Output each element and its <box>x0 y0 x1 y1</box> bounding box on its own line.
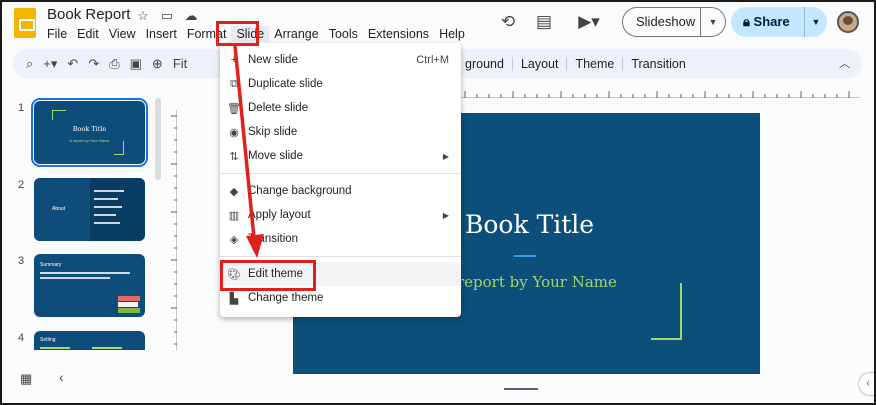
slide-number: 2 <box>18 179 25 191</box>
thumbnail-title: About <box>52 206 66 212</box>
decorative-bracket <box>651 283 682 340</box>
star-icon[interactable]: ☆ <box>135 8 151 24</box>
menu-item-label: Move slide <box>248 150 303 162</box>
thumbnail-title: Summary <box>40 262 62 268</box>
share-label: Share <box>753 14 790 29</box>
layout-button[interactable]: Layout <box>511 56 567 71</box>
cloud-saved-icon[interactable]: ☁ <box>183 8 199 24</box>
highlight-slide-menu <box>216 21 259 46</box>
duplicate-icon: ⧉ <box>230 77 238 90</box>
menu-item-transition[interactable]: ◈ Transition <box>220 227 461 251</box>
share-button[interactable]: 🔒︎ Share ▼ <box>731 7 827 37</box>
chevron-up-icon[interactable]: ︿ <box>839 55 850 71</box>
horizontal-scroll-indicator[interactable] <box>504 388 538 390</box>
shortcut-label: Ctrl+M <box>416 54 449 66</box>
avatar[interactable] <box>837 11 859 33</box>
menu-item-label: Transition <box>248 233 299 245</box>
menu-item-change-background[interactable]: ◆ Change background <box>220 179 461 203</box>
menu-help[interactable]: Help <box>434 26 470 42</box>
submenu-arrow-icon: ▶ <box>442 151 449 161</box>
menu-insert[interactable]: Insert <box>141 26 182 42</box>
menu-item-label: Change background <box>248 185 352 197</box>
new-slide-icon[interactable]: +▾ <box>43 56 57 72</box>
chevron-down-icon[interactable]: ▼ <box>805 17 827 27</box>
menu-extensions[interactable]: Extensions <box>363 26 434 42</box>
transition-icon: ◈ <box>229 233 239 246</box>
move-folder-icon[interactable]: ▭ <box>159 8 175 24</box>
title-divider <box>514 255 536 257</box>
layout-icon: ▥ <box>228 209 240 222</box>
paint-bucket-icon: ◆ <box>229 185 239 198</box>
menu-item-new-slide[interactable]: + New slide Ctrl+M <box>220 48 461 72</box>
background-button[interactable]: ground <box>465 57 512 71</box>
horizontal-ruler[interactable] <box>460 86 860 98</box>
document-title[interactable]: Book Report <box>47 6 130 23</box>
filmstrip: 1 Book Title A report by Your Name 2 Abo… <box>0 88 160 350</box>
zoom-icon[interactable]: ⊕ <box>152 56 163 72</box>
transition-button[interactable]: Transition <box>622 56 693 71</box>
slide-number: 4 <box>18 332 25 344</box>
lock-icon: 🔒︎ <box>743 14 754 29</box>
menu-view[interactable]: View <box>104 26 141 42</box>
redo-icon[interactable]: ↷ <box>88 56 99 72</box>
menu-divider <box>220 256 461 257</box>
slide-thumbnail[interactable]: Book Title A report by Your Name <box>31 98 148 167</box>
menu-edit[interactable]: Edit <box>72 26 104 42</box>
search-icon[interactable]: ⌕ <box>26 56 33 72</box>
menu-item-label: Duplicate slide <box>248 78 323 90</box>
menu-arrange[interactable]: Arrange <box>269 26 323 42</box>
menu-item-skip-slide[interactable]: ◉ Skip slide <box>220 120 461 144</box>
meet-icon[interactable]: ▶▾ <box>572 11 606 33</box>
slideshow-button[interactable]: Slideshow ▼ <box>622 7 726 37</box>
menu-item-label: New slide <box>248 54 298 66</box>
slide-number: 1 <box>18 102 25 114</box>
slide-thumbnail[interactable]: About <box>34 178 145 241</box>
thumbnail-subtitle: A report by Your Name <box>69 138 110 143</box>
fit-label[interactable]: Fit <box>173 56 187 71</box>
menu-item-label: Apply layout <box>248 209 311 221</box>
side-panel-toggle-icon[interactable]: ‹ <box>858 372 876 396</box>
theme-button[interactable]: Theme <box>566 56 622 71</box>
chevron-down-icon[interactable]: ▼ <box>701 17 725 27</box>
paint-roller-icon: ▙ <box>229 292 239 305</box>
collapse-filmstrip-icon[interactable]: ‹ <box>59 369 64 385</box>
vertical-ruler[interactable] <box>165 110 177 350</box>
slideshow-label: Slideshow <box>623 8 701 36</box>
eye-off-icon: ◉ <box>229 126 239 139</box>
thumbnail-title: Book Title <box>72 125 107 133</box>
thumbnail-title: Setting <box>40 337 56 343</box>
menu-divider <box>220 173 461 174</box>
menu-item-label: Delete slide <box>248 102 309 114</box>
menu-item-move-slide[interactable]: ⇅ Move slide ▶ <box>220 144 461 168</box>
comments-icon[interactable]: ▤ <box>533 11 555 33</box>
slide-title[interactable]: Book Title <box>465 210 594 239</box>
move-icon: ⇅ <box>229 150 239 163</box>
menu-file[interactable]: File <box>42 26 72 42</box>
menu-item-duplicate-slide[interactable]: ⧉ Duplicate slide <box>220 72 461 96</box>
submenu-arrow-icon: ▶ <box>442 210 449 220</box>
menu-item-label: Change theme <box>248 292 324 304</box>
paint-format-icon[interactable]: ▣ <box>130 56 142 72</box>
highlight-edit-theme <box>220 260 316 291</box>
print-icon[interactable]: ⎙ <box>109 56 119 72</box>
menu-tools[interactable]: Tools <box>324 26 363 42</box>
slide-thumbnail[interactable]: Setting <box>34 331 145 350</box>
menu-item-apply-layout[interactable]: ▥ Apply layout ▶ <box>220 203 461 227</box>
slides-logo-icon[interactable] <box>14 8 36 38</box>
menu-item-delete-slide[interactable]: 🗑︎ Delete slide <box>220 96 461 120</box>
slide-subtitle[interactable]: report by Your Name <box>457 273 617 291</box>
plus-icon: + <box>230 54 238 66</box>
filmstrip-scrollbar[interactable] <box>155 98 161 180</box>
trash-icon: 🗑︎ <box>227 102 241 115</box>
slide-number: 3 <box>18 255 25 267</box>
slide-thumbnail[interactable]: Summary <box>34 254 145 317</box>
menu-item-label: Skip slide <box>248 126 298 138</box>
undo-icon[interactable]: ↶ <box>67 56 78 72</box>
grid-view-icon[interactable]: ▦ <box>20 371 32 387</box>
version-history-icon[interactable]: ⟲ <box>497 11 519 33</box>
